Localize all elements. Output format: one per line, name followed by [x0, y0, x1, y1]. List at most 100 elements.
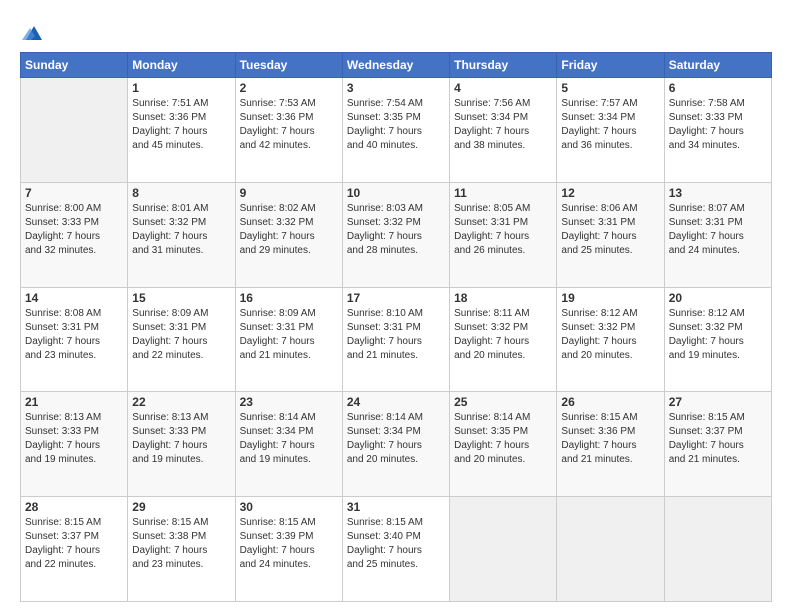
day-info: Sunrise: 8:15 AM Sunset: 3:40 PM Dayligh…	[347, 516, 445, 572]
day-number: 18	[454, 291, 552, 305]
day-number: 19	[561, 291, 659, 305]
calendar-cell	[450, 497, 557, 602]
calendar-cell: 7 Sunrise: 8:00 AM Sunset: 3:33 PM Daylig…	[21, 182, 128, 287]
calendar-cell: 16 Sunrise: 8:09 AM Sunset: 3:31 PM Dayli…	[235, 287, 342, 392]
calendar-cell: 21 Sunrise: 8:13 AM Sunset: 3:33 PM Dayli…	[21, 392, 128, 497]
day-info: Sunrise: 7:51 AM Sunset: 3:36 PM Dayligh…	[132, 97, 230, 153]
day-info: Sunrise: 8:03 AM Sunset: 3:32 PM Dayligh…	[347, 202, 445, 258]
day-info: Sunrise: 7:54 AM Sunset: 3:35 PM Dayligh…	[347, 97, 445, 153]
day-number: 25	[454, 395, 552, 409]
day-number: 10	[347, 186, 445, 200]
day-info: Sunrise: 8:07 AM Sunset: 3:31 PM Dayligh…	[669, 202, 767, 258]
day-info: Sunrise: 8:12 AM Sunset: 3:32 PM Dayligh…	[669, 307, 767, 363]
calendar-cell: 26 Sunrise: 8:15 AM Sunset: 3:36 PM Dayli…	[557, 392, 664, 497]
calendar-cell: 10 Sunrise: 8:03 AM Sunset: 3:32 PM Dayli…	[342, 182, 449, 287]
calendar-cell: 20 Sunrise: 8:12 AM Sunset: 3:32 PM Dayli…	[664, 287, 771, 392]
day-info: Sunrise: 7:53 AM Sunset: 3:36 PM Dayligh…	[240, 97, 338, 153]
day-number: 20	[669, 291, 767, 305]
day-info: Sunrise: 8:15 AM Sunset: 3:37 PM Dayligh…	[669, 411, 767, 467]
day-number: 22	[132, 395, 230, 409]
day-info: Sunrise: 8:15 AM Sunset: 3:37 PM Dayligh…	[25, 516, 123, 572]
page: SundayMondayTuesdayWednesdayThursdayFrid…	[0, 0, 792, 612]
calendar-cell	[21, 78, 128, 183]
calendar-cell: 11 Sunrise: 8:05 AM Sunset: 3:31 PM Dayli…	[450, 182, 557, 287]
day-info: Sunrise: 8:13 AM Sunset: 3:33 PM Dayligh…	[132, 411, 230, 467]
calendar-cell: 22 Sunrise: 8:13 AM Sunset: 3:33 PM Dayli…	[128, 392, 235, 497]
logo	[20, 22, 44, 44]
day-number: 13	[669, 186, 767, 200]
day-info: Sunrise: 8:00 AM Sunset: 3:33 PM Dayligh…	[25, 202, 123, 258]
day-info: Sunrise: 8:15 AM Sunset: 3:36 PM Dayligh…	[561, 411, 659, 467]
calendar-cell: 12 Sunrise: 8:06 AM Sunset: 3:31 PM Dayli…	[557, 182, 664, 287]
calendar-week-2: 7 Sunrise: 8:00 AM Sunset: 3:33 PM Daylig…	[21, 182, 772, 287]
day-info: Sunrise: 8:12 AM Sunset: 3:32 PM Dayligh…	[561, 307, 659, 363]
calendar-cell: 25 Sunrise: 8:14 AM Sunset: 3:35 PM Dayli…	[450, 392, 557, 497]
day-info: Sunrise: 8:11 AM Sunset: 3:32 PM Dayligh…	[454, 307, 552, 363]
day-number: 15	[132, 291, 230, 305]
calendar-cell: 8Sunrise: 8:01 AM Sunset: 3:32 PM Daylig…	[128, 182, 235, 287]
calendar-cell	[664, 497, 771, 602]
day-info: Sunrise: 7:58 AM Sunset: 3:33 PM Dayligh…	[669, 97, 767, 153]
day-number: 28	[25, 500, 123, 514]
calendar-cell: 3 Sunrise: 7:54 AM Sunset: 3:35 PM Daylig…	[342, 78, 449, 183]
day-number: 3	[347, 81, 445, 95]
day-info: Sunrise: 8:14 AM Sunset: 3:34 PM Dayligh…	[347, 411, 445, 467]
day-info: Sunrise: 8:06 AM Sunset: 3:31 PM Dayligh…	[561, 202, 659, 258]
day-info: Sunrise: 8:05 AM Sunset: 3:31 PM Dayligh…	[454, 202, 552, 258]
calendar-cell: 2Sunrise: 7:53 AM Sunset: 3:36 PM Daylig…	[235, 78, 342, 183]
day-info: Sunrise: 8:10 AM Sunset: 3:31 PM Dayligh…	[347, 307, 445, 363]
calendar-cell: 1 Sunrise: 7:51 AM Sunset: 3:36 PM Daylig…	[128, 78, 235, 183]
calendar-cell	[557, 497, 664, 602]
day-number: 16	[240, 291, 338, 305]
weekday-header-tuesday: Tuesday	[235, 53, 342, 78]
day-number: 8	[132, 186, 230, 200]
day-number: 6	[669, 81, 767, 95]
calendar-week-3: 14 Sunrise: 8:08 AM Sunset: 3:31 PM Dayli…	[21, 287, 772, 392]
calendar-cell: 4Sunrise: 7:56 AM Sunset: 3:34 PM Daylig…	[450, 78, 557, 183]
day-number: 12	[561, 186, 659, 200]
day-number: 5	[561, 81, 659, 95]
day-info: Sunrise: 8:14 AM Sunset: 3:34 PM Dayligh…	[240, 411, 338, 467]
calendar-cell: 13 Sunrise: 8:07 AM Sunset: 3:31 PM Dayli…	[664, 182, 771, 287]
day-info: Sunrise: 8:13 AM Sunset: 3:33 PM Dayligh…	[25, 411, 123, 467]
calendar-cell: 17 Sunrise: 8:10 AM Sunset: 3:31 PM Dayli…	[342, 287, 449, 392]
calendar-cell: 9Sunrise: 8:02 AM Sunset: 3:32 PM Daylig…	[235, 182, 342, 287]
day-info: Sunrise: 7:57 AM Sunset: 3:34 PM Dayligh…	[561, 97, 659, 153]
weekday-header-saturday: Saturday	[664, 53, 771, 78]
calendar-cell: 29 Sunrise: 8:15 AM Sunset: 3:38 PM Dayli…	[128, 497, 235, 602]
day-number: 14	[25, 291, 123, 305]
calendar-cell: 30Sunrise: 8:15 AM Sunset: 3:39 PM Dayli…	[235, 497, 342, 602]
calendar-cell: 18 Sunrise: 8:11 AM Sunset: 3:32 PM Dayli…	[450, 287, 557, 392]
calendar-cell: 28 Sunrise: 8:15 AM Sunset: 3:37 PM Dayli…	[21, 497, 128, 602]
calendar-cell: 27 Sunrise: 8:15 AM Sunset: 3:37 PM Dayli…	[664, 392, 771, 497]
day-number: 17	[347, 291, 445, 305]
header	[20, 18, 772, 44]
day-number: 29	[132, 500, 230, 514]
weekday-header-monday: Monday	[128, 53, 235, 78]
weekday-header-thursday: Thursday	[450, 53, 557, 78]
day-info: Sunrise: 8:14 AM Sunset: 3:35 PM Dayligh…	[454, 411, 552, 467]
day-number: 11	[454, 186, 552, 200]
calendar-table: SundayMondayTuesdayWednesdayThursdayFrid…	[20, 52, 772, 602]
calendar-cell: 23 Sunrise: 8:14 AM Sunset: 3:34 PM Dayli…	[235, 392, 342, 497]
day-number: 26	[561, 395, 659, 409]
day-info: Sunrise: 8:09 AM Sunset: 3:31 PM Dayligh…	[132, 307, 230, 363]
day-number: 21	[25, 395, 123, 409]
day-number: 27	[669, 395, 767, 409]
calendar-cell: 6 Sunrise: 7:58 AM Sunset: 3:33 PM Daylig…	[664, 78, 771, 183]
calendar-cell: 24 Sunrise: 8:14 AM Sunset: 3:34 PM Dayli…	[342, 392, 449, 497]
day-info: Sunrise: 8:09 AM Sunset: 3:31 PM Dayligh…	[240, 307, 338, 363]
day-info: Sunrise: 8:08 AM Sunset: 3:31 PM Dayligh…	[25, 307, 123, 363]
calendar-cell: 31Sunrise: 8:15 AM Sunset: 3:40 PM Dayli…	[342, 497, 449, 602]
calendar-cell: 19 Sunrise: 8:12 AM Sunset: 3:32 PM Dayli…	[557, 287, 664, 392]
day-number: 4	[454, 81, 552, 95]
day-number: 23	[240, 395, 338, 409]
day-number: 9	[240, 186, 338, 200]
day-info: Sunrise: 8:15 AM Sunset: 3:38 PM Dayligh…	[132, 516, 230, 572]
day-number: 1	[132, 81, 230, 95]
day-number: 24	[347, 395, 445, 409]
day-number: 7	[25, 186, 123, 200]
calendar-week-1: 1 Sunrise: 7:51 AM Sunset: 3:36 PM Daylig…	[21, 78, 772, 183]
calendar-week-4: 21 Sunrise: 8:13 AM Sunset: 3:33 PM Dayli…	[21, 392, 772, 497]
day-number: 30	[240, 500, 338, 514]
